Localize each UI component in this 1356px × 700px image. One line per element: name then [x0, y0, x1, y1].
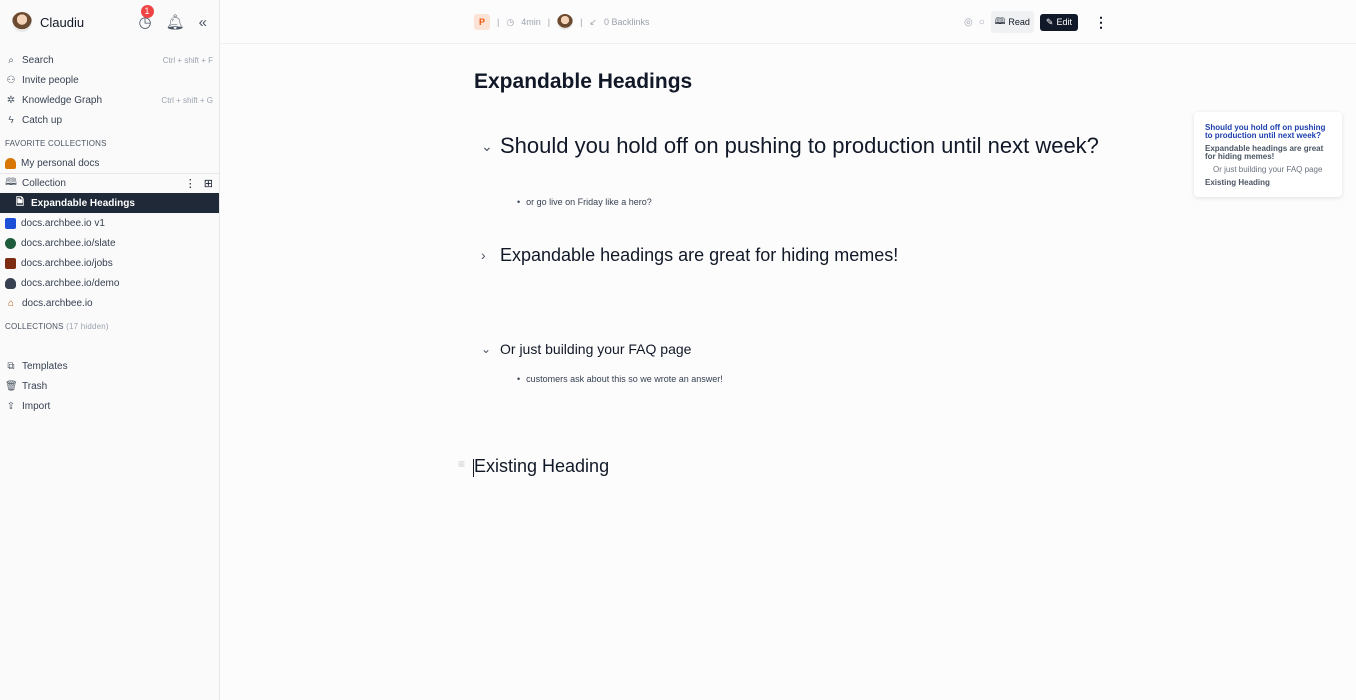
- activity-icon[interactable]: ◷ 1: [139, 5, 154, 31]
- separator: |: [580, 17, 583, 27]
- house-icon: ⌂: [7, 297, 15, 309]
- add-doc-icon[interactable]: ⊞: [204, 177, 213, 190]
- ufo-icon: [5, 277, 16, 289]
- sidebar-item-docs-home[interactable]: ⌂ docs.archbee.io: [0, 293, 219, 313]
- collections-heading[interactable]: COLLECTIONS (17 hidden): [0, 316, 219, 336]
- heading-text[interactable]: Should you hold off on pushing to produc…: [500, 133, 1100, 159]
- notification-badge: 1: [140, 5, 154, 18]
- sidebar-item-trash[interactable]: 🗑︎ Trash: [0, 376, 219, 396]
- sidebar-item-templates[interactable]: ⧉ Templates: [0, 356, 219, 376]
- sidebar-item-my-personal-docs[interactable]: My personal docs: [0, 153, 219, 173]
- lightning-icon: ϟ: [8, 114, 14, 126]
- read-time: 4min: [521, 17, 541, 27]
- sidebar-header: Claudiu ◷ 1 🔔︎ «: [0, 0, 219, 44]
- graph-icon: ✲: [6, 94, 16, 106]
- sidebar-item-label: My personal docs: [21, 157, 100, 169]
- sidebar-item-label: Trash: [22, 380, 48, 392]
- read-mode-button[interactable]: 🕮︎ Read: [990, 11, 1034, 33]
- read-label: Read: [1008, 17, 1030, 27]
- sidebar-item-label: Search: [22, 54, 54, 66]
- more-options-icon[interactable]: ⋮: [1094, 14, 1108, 31]
- globe-icon: [5, 237, 16, 249]
- bell-icon[interactable]: 🔔︎: [166, 13, 185, 31]
- sidebar-item-docs-jobs[interactable]: docs.archbee.io/jobs: [0, 253, 219, 273]
- sidebar-item-knowledge-graph[interactable]: ✲ Knowledge Graph Ctrl + shift + G: [0, 90, 219, 110]
- backlink-icon: ↙: [589, 16, 597, 27]
- sidebar-item-catch-up[interactable]: ϟ Catch up: [0, 110, 219, 130]
- upload-icon: ⇪: [6, 400, 16, 412]
- sidebar: Claudiu ◷ 1 🔔︎ « ⌕ Search Ctrl + shift + …: [0, 0, 220, 700]
- document-topbar: P | ◷ 4min | | ↙ 0 Backlinks ◎ ○ 🕮︎ Read…: [221, 0, 1356, 44]
- book-icon: 🕮︎: [5, 177, 17, 188]
- separator: |: [497, 17, 500, 27]
- sidebar-item-expandable-headings[interactable]: 🗎︎ Expandable Headings: [0, 193, 219, 213]
- user-name[interactable]: Claudiu: [40, 15, 84, 30]
- heading-existing[interactable]: Existing Heading: [474, 456, 609, 477]
- doc-badge[interactable]: P: [474, 14, 490, 30]
- toc-item[interactable]: Or just building your FAQ page: [1205, 166, 1333, 174]
- sidebar-item-search[interactable]: ⌕ Search Ctrl + shift + F: [0, 50, 219, 70]
- sidebar-item-label: docs.archbee.io/demo: [21, 277, 120, 289]
- document-icon: 🗎︎: [15, 196, 25, 208]
- chevron-down-icon[interactable]: ⌄: [481, 133, 500, 159]
- sidebar-item-label: Catch up: [22, 114, 63, 126]
- clock-icon: ◷: [506, 16, 515, 27]
- expandable-heading-2: › Expandable headings are great for hidi…: [481, 244, 898, 266]
- drag-handle-icon[interactable]: ≡: [458, 457, 465, 471]
- check-circle-icon[interactable]: ◎: [964, 17, 973, 28]
- invite-user-icon: ⚇: [6, 74, 16, 86]
- author-avatar[interactable]: [557, 14, 574, 30]
- sidebar-item-label: Templates: [22, 360, 68, 372]
- chevron-right-icon[interactable]: ›: [481, 244, 500, 266]
- hidden-count: (17 hidden): [66, 322, 109, 331]
- expandable-heading-3: ⌄ Or just building your FAQ page: [481, 339, 691, 359]
- edit-mode-button[interactable]: ✎ Edit: [1039, 13, 1078, 31]
- sidebar-item-label: docs.archbee.io: [22, 297, 93, 309]
- toc-item[interactable]: Expandable headings are great for hiding…: [1205, 145, 1333, 161]
- archbee-logo-icon: [5, 217, 16, 229]
- shortcut-hint: Ctrl + shift + F: [162, 55, 213, 65]
- search-icon: ⌕: [8, 54, 14, 66]
- sidebar-item-label: Invite people: [22, 74, 79, 86]
- list-item[interactable]: or go live on Friday like a hero?: [517, 197, 652, 207]
- text-cursor: [473, 459, 474, 477]
- personal-docs-icon: [5, 157, 16, 169]
- chevron-down-icon[interactable]: ⌄: [481, 339, 500, 359]
- favorites-heading: FAVORITE COLLECTIONS: [5, 139, 107, 148]
- cloud-icon[interactable]: ○: [979, 17, 985, 28]
- toc-item[interactable]: Existing Heading: [1205, 179, 1333, 187]
- table-of-contents: Should you hold off on pushing to produc…: [1194, 112, 1342, 197]
- templates-icon: ⧉: [7, 360, 15, 372]
- shortcut-hint: Ctrl + shift + G: [161, 95, 213, 105]
- sidebar-item-collection[interactable]: 🕮︎ Collection ⋮ ⊞: [0, 173, 219, 193]
- sidebar-item-label: Import: [22, 400, 51, 412]
- sidebar-item-label: Collection: [22, 178, 66, 189]
- sidebar-item-label: docs.archbee.io v1: [21, 217, 105, 229]
- list-item[interactable]: customers ask about this so we wrote an …: [517, 374, 723, 384]
- sidebar-item-import[interactable]: ⇪ Import: [0, 396, 219, 416]
- sidebar-item-docs-slate[interactable]: docs.archbee.io/slate: [0, 233, 219, 253]
- more-options-icon[interactable]: ⋮: [185, 177, 196, 190]
- book-icon: 🕮︎: [994, 16, 1006, 26]
- heading-text[interactable]: Expandable headings are great for hiding…: [500, 245, 898, 266]
- backlinks-link[interactable]: 0 Backlinks: [604, 17, 650, 27]
- briefcase-icon: [5, 257, 16, 269]
- toc-item[interactable]: Should you hold off on pushing to produc…: [1205, 124, 1333, 140]
- collapse-sidebar-icon[interactable]: «: [199, 14, 207, 31]
- sidebar-item-docs-v1[interactable]: docs.archbee.io v1: [0, 213, 219, 233]
- page-title[interactable]: Expandable Headings: [474, 70, 692, 94]
- avatar[interactable]: [12, 12, 32, 32]
- sidebar-item-label: Knowledge Graph: [22, 94, 103, 106]
- sidebar-item-label: docs.archbee.io/slate: [21, 237, 116, 249]
- sidebar-item-label: Expandable Headings: [31, 197, 135, 209]
- pencil-icon: ✎: [1045, 16, 1054, 27]
- sidebar-item-invite[interactable]: ⚇ Invite people: [0, 70, 219, 90]
- sidebar-item-label: docs.archbee.io/jobs: [21, 257, 113, 269]
- trash-icon: 🗑︎: [5, 380, 18, 392]
- expandable-heading-1: ⌄ Should you hold off on pushing to prod…: [481, 133, 1100, 159]
- separator: |: [547, 17, 551, 27]
- heading-text[interactable]: Or just building your FAQ page: [500, 341, 691, 357]
- sidebar-item-docs-demo[interactable]: docs.archbee.io/demo: [0, 273, 219, 293]
- edit-label: Edit: [1056, 17, 1072, 27]
